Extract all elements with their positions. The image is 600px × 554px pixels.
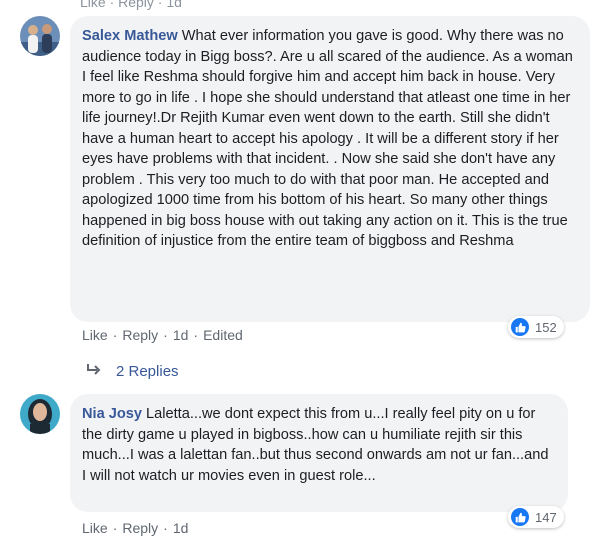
comment-text: What ever information you gave is good. … xyxy=(82,28,573,249)
separator-dot: · xyxy=(112,520,118,536)
comment-actions: Like · Reply · 1d · Edited xyxy=(82,327,243,343)
comment-author[interactable]: Salex Mathew xyxy=(82,28,178,44)
thumbs-up-icon xyxy=(511,508,529,526)
replies-count-label[interactable]: 2 Replies xyxy=(116,363,179,380)
like-link[interactable]: Like xyxy=(82,520,108,536)
comment-author[interactable]: Nia Josy xyxy=(82,406,142,422)
like-link[interactable]: Like xyxy=(82,327,108,343)
reaction-badge[interactable]: 152 xyxy=(508,316,564,338)
top-actions-row: Like · Reply · 1d xyxy=(80,0,182,10)
thumbs-up-icon xyxy=(511,318,529,336)
reaction-badge[interactable]: 147 xyxy=(508,506,564,528)
comment-text: Laletta...we dont expect this from u...I… xyxy=(82,406,549,484)
separator-dot: · xyxy=(112,327,118,343)
reply-arrow-icon xyxy=(86,362,102,380)
comment-bubble: Salex Mathew What ever information you ga… xyxy=(70,16,590,322)
comment-actions: Like · Reply · 1d xyxy=(82,520,188,536)
separator-dot: · xyxy=(163,327,168,343)
reaction-count: 147 xyxy=(535,509,557,525)
comment-time[interactable]: 1d xyxy=(173,520,189,536)
separator-dot: · xyxy=(163,520,168,536)
view-replies-link[interactable]: 2 Replies xyxy=(86,362,179,380)
edited-label: Edited xyxy=(203,327,243,343)
reply-link[interactable]: Reply xyxy=(122,327,158,343)
reaction-count: 152 xyxy=(535,319,557,335)
reply-link[interactable]: Reply xyxy=(122,520,158,536)
separator-dot: · xyxy=(193,327,199,343)
comment-time[interactable]: 1d xyxy=(173,327,189,343)
avatar[interactable] xyxy=(20,16,60,56)
comment-bubble: Nia Josy Laletta...we dont expect this fr… xyxy=(70,394,568,512)
top-actions-text: Like · Reply · 1d xyxy=(80,0,182,10)
avatar[interactable] xyxy=(20,394,60,434)
